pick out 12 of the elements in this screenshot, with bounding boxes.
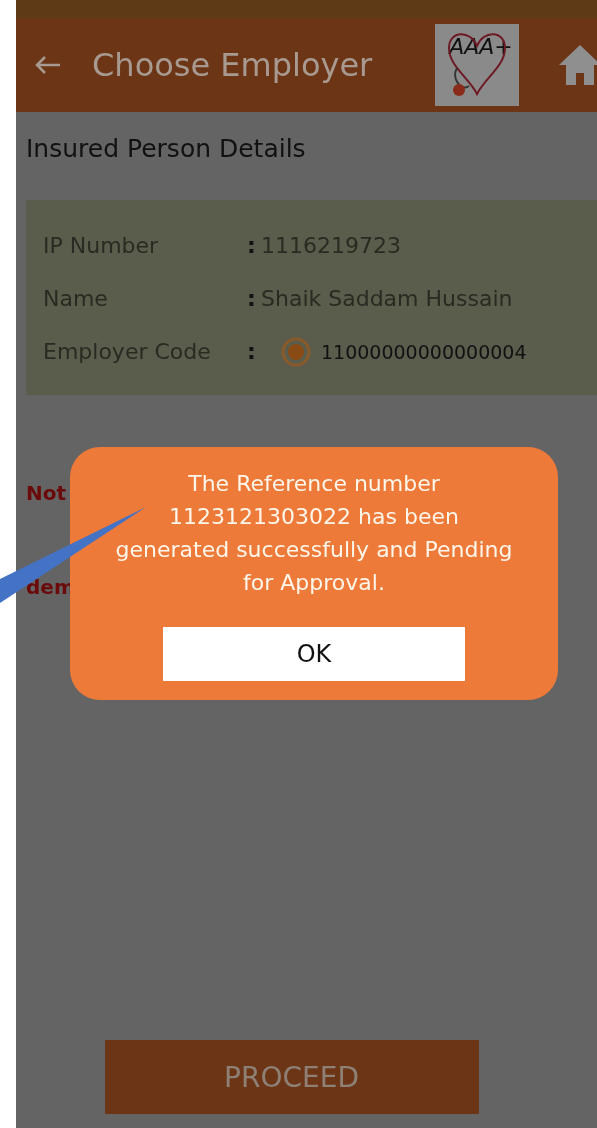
separator: :: [247, 233, 257, 258]
ok-button[interactable]: OK: [163, 627, 465, 681]
radio-button[interactable]: [281, 336, 311, 367]
home-icon[interactable]: [557, 43, 597, 87]
section-title: Insured Person Details: [25, 133, 307, 165]
back-arrow-icon[interactable]: [34, 55, 62, 75]
dialog-message: The Reference number 1123121303022 has been generated successfully and Pending for Approval.: [114, 470, 514, 597]
employer-code: 11000000000000004: [321, 340, 527, 363]
note-text: Not: [26, 481, 67, 505]
separator: :: [247, 339, 257, 364]
screen-title: Choose Employer: [92, 46, 374, 84]
separator: :: [247, 286, 257, 311]
